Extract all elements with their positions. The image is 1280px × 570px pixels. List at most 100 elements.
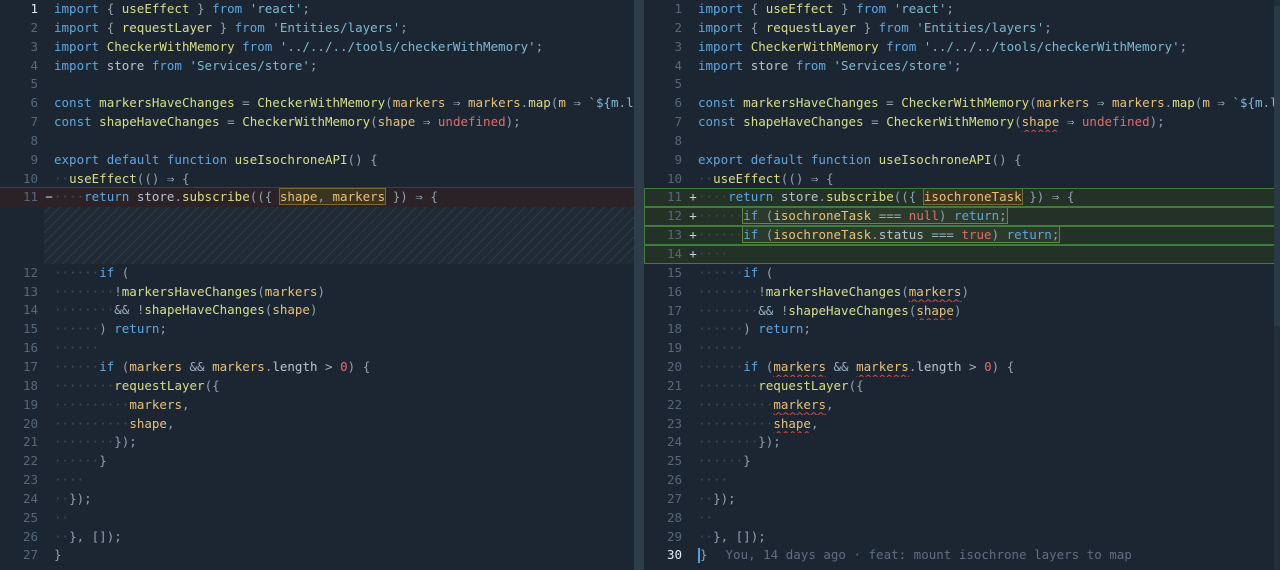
line-text[interactable]: ······} bbox=[54, 452, 634, 471]
code-line[interactable]: 4 import store from 'Services/store'; bbox=[0, 57, 634, 76]
vertical-scrollbar[interactable] bbox=[1274, 0, 1280, 570]
code-line[interactable]: 3 import CheckerWithMemory from '../../..… bbox=[0, 38, 634, 57]
code-line[interactable]: 27} bbox=[0, 546, 634, 565]
code-line[interactable]: 28 ·· bbox=[644, 509, 1280, 528]
code-line[interactable]: 22 ··········markers, bbox=[644, 396, 1280, 415]
line-text[interactable]: import CheckerWithMemory from '../../../… bbox=[698, 38, 1280, 57]
line-text[interactable]: ··········markers, bbox=[698, 396, 1280, 415]
removed-line[interactable]: 11− ····return store.subscribe(({ shape, … bbox=[0, 187, 634, 209]
code-line[interactable]: 24 ········}); bbox=[644, 433, 1280, 452]
line-text[interactable]: ··}, []); bbox=[54, 528, 634, 547]
line-text[interactable]: const markersHaveChanges = CheckerWithMe… bbox=[698, 94, 1280, 113]
code-line[interactable]: 10 ··useEffect(() ⇒ { bbox=[0, 170, 634, 189]
code-line[interactable]: 24 ··}); bbox=[0, 490, 634, 509]
added-line[interactable]: 13 + ······if (isochroneTask.status === tr… bbox=[644, 226, 1280, 245]
line-text[interactable]: ······if (markers && markers.length > 0)… bbox=[698, 358, 1280, 377]
line-text[interactable]: import store from 'Services/store'; bbox=[698, 57, 1280, 76]
line-text[interactable]: export default function useIsochroneAPI(… bbox=[54, 151, 634, 170]
line-text[interactable]: ··}, []); bbox=[698, 528, 1280, 547]
line-text[interactable]: ······ bbox=[698, 339, 1280, 358]
line-text[interactable]: ········}); bbox=[54, 433, 634, 452]
code-line[interactable]: 17 ········&& !shapeHaveChanges(shape) bbox=[644, 302, 1280, 321]
code-line[interactable]: 21 ········}); bbox=[0, 433, 634, 452]
code-line[interactable]: 15 ······if ( bbox=[644, 264, 1280, 283]
line-text[interactable]: ···· bbox=[698, 245, 1280, 264]
line-text[interactable]: ········requestLayer({ bbox=[54, 377, 634, 396]
line-text[interactable]: ······if ( bbox=[54, 264, 634, 283]
line-text[interactable]: ······if (isochroneTask.status === true)… bbox=[698, 226, 1280, 245]
code-line[interactable]: 16 ······ bbox=[0, 339, 634, 358]
code-line[interactable]: 6 const markersHaveChanges = CheckerWithM… bbox=[0, 94, 634, 113]
original-pane[interactable]: 1 import { useEffect } from 'react'; 2 impo… bbox=[0, 0, 634, 570]
line-text[interactable]: ··useEffect(() ⇒ { bbox=[698, 170, 1280, 189]
line-text[interactable] bbox=[54, 132, 634, 151]
code-line[interactable]: 14 ········&& !shapeHaveChanges(shape) bbox=[0, 301, 634, 320]
line-text[interactable]: ········&& !shapeHaveChanges(shape) bbox=[54, 301, 634, 320]
line-text[interactable]: const markersHaveChanges = CheckerWithMe… bbox=[54, 94, 634, 113]
line-text[interactable]: import CheckerWithMemory from '../../../… bbox=[54, 38, 634, 57]
code-line[interactable]: 1 import { useEffect } from 'react'; bbox=[644, 0, 1280, 19]
line-text[interactable]: import { requestLayer } from 'Entities/l… bbox=[698, 19, 1280, 38]
code-line[interactable]: 30} You, 14 days ago · feat: mount isochr… bbox=[644, 546, 1280, 565]
code-line[interactable]: 23 ··········shape, bbox=[644, 415, 1280, 434]
code-line[interactable]: 3 import CheckerWithMemory from '../../..… bbox=[644, 38, 1280, 57]
code-line[interactable]: 22 ······} bbox=[0, 452, 634, 471]
line-text[interactable]: ····return store.subscribe(({ isochroneT… bbox=[698, 188, 1280, 207]
code-line[interactable]: 15 ······) return; bbox=[0, 320, 634, 339]
line-text[interactable]: ······ bbox=[54, 339, 634, 358]
line-text[interactable]: const shapeHaveChanges = CheckerWithMemo… bbox=[54, 113, 634, 132]
added-line[interactable]: 11 + ····return store.subscribe(({ isochro… bbox=[644, 188, 1280, 208]
modified-pane[interactable]: 1 import { useEffect } from 'react'; 2 impo… bbox=[644, 0, 1280, 570]
line-text[interactable]: ······} bbox=[698, 452, 1280, 471]
code-line[interactable]: 25 ·· bbox=[0, 509, 634, 528]
code-line[interactable]: 23 ···· bbox=[0, 471, 634, 490]
code-line[interactable]: 18 ········requestLayer({ bbox=[0, 377, 634, 396]
added-line[interactable]: 14 + ···· bbox=[644, 244, 1280, 264]
line-text[interactable]: ··}); bbox=[54, 490, 634, 509]
code-line[interactable]: 19 ··········markers, bbox=[0, 396, 634, 415]
line-text[interactable]: ······if (markers && markers.length > 0)… bbox=[54, 358, 634, 377]
added-line[interactable]: 12 + ······if (isochroneTask === null) ret… bbox=[644, 207, 1280, 227]
line-text[interactable]: ··}); bbox=[698, 490, 1280, 509]
line-text[interactable]: ·· bbox=[54, 509, 634, 528]
line-text[interactable]: ···· bbox=[698, 471, 1280, 490]
code-line[interactable]: 4 import store from 'Services/store'; bbox=[644, 57, 1280, 76]
code-line[interactable]: 7 const shapeHaveChanges = CheckerWithMem… bbox=[0, 113, 634, 132]
code-line[interactable]: 26 ··}, []); bbox=[0, 528, 634, 547]
code-line[interactable]: 26 ···· bbox=[644, 471, 1280, 490]
code-line[interactable]: 19 ······ bbox=[644, 339, 1280, 358]
line-text[interactable]: } bbox=[54, 546, 634, 565]
code-line[interactable]: 9 export default function useIsochroneAPI… bbox=[0, 151, 634, 170]
code-line[interactable]: 25 ······} bbox=[644, 452, 1280, 471]
code-line[interactable]: 18 ······) return; bbox=[644, 320, 1280, 339]
line-text[interactable]: ··········shape, bbox=[698, 415, 1280, 434]
code-line[interactable]: 12 ······if ( bbox=[0, 264, 634, 283]
code-line[interactable]: 6 const markersHaveChanges = CheckerWithM… bbox=[644, 94, 1280, 113]
code-line[interactable]: 2 import { requestLayer } from 'Entities/… bbox=[644, 19, 1280, 38]
line-text[interactable]: ······) return; bbox=[54, 320, 634, 339]
line-text[interactable]: import store from 'Services/store'; bbox=[54, 57, 634, 76]
line-text[interactable]: ········!markersHaveChanges(markers) bbox=[54, 283, 634, 302]
pane-divider[interactable] bbox=[634, 0, 644, 570]
line-text[interactable]: ········requestLayer({ bbox=[698, 377, 1280, 396]
code-line[interactable]: 8 bbox=[0, 132, 634, 151]
line-text[interactable]: ········&& !shapeHaveChanges(shape) bbox=[698, 302, 1280, 321]
line-text[interactable]: ······if ( bbox=[698, 264, 1280, 283]
line-text[interactable]: ······) return; bbox=[698, 320, 1280, 339]
code-line[interactable]: 7 const shapeHaveChanges = CheckerWithMem… bbox=[644, 113, 1280, 132]
code-line[interactable]: 9 export default function useIsochroneAPI… bbox=[644, 151, 1280, 170]
code-line[interactable]: 5 bbox=[644, 75, 1280, 94]
line-text[interactable]: ···· bbox=[54, 471, 634, 490]
scrollbar-thumb[interactable] bbox=[1274, 6, 1280, 326]
line-text[interactable] bbox=[698, 132, 1280, 151]
line-text[interactable]: ··useEffect(() ⇒ { bbox=[54, 170, 634, 189]
line-text[interactable]: ········!markersHaveChanges(markers) bbox=[698, 283, 1280, 302]
code-line[interactable]: 20 ······if (markers && markers.length > … bbox=[644, 358, 1280, 377]
line-text[interactable]: ····return store.subscribe(({ shape, mar… bbox=[54, 188, 634, 207]
line-text[interactable]: const shapeHaveChanges = CheckerWithMemo… bbox=[698, 113, 1280, 132]
line-text[interactable] bbox=[698, 75, 1280, 94]
line-text[interactable]: ······if (isochroneTask === null) return… bbox=[698, 207, 1280, 226]
line-text[interactable] bbox=[54, 75, 634, 94]
line-text[interactable]: import { useEffect } from 'react'; bbox=[54, 0, 634, 19]
code-line[interactable]: 10 ··useEffect(() ⇒ { bbox=[644, 170, 1280, 189]
